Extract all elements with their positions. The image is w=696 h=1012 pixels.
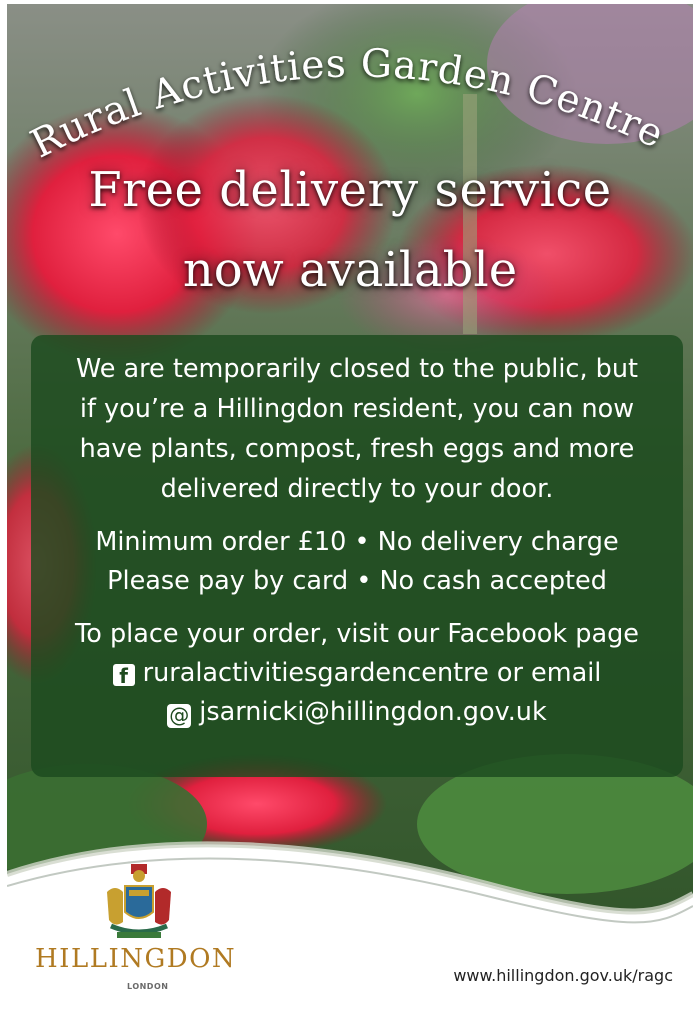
- hillingdon-logo-subtitle: LONDON: [127, 982, 169, 991]
- info-panel: We are temporarily closed to the public,…: [31, 335, 683, 777]
- intro-paragraph: We are temporarily closed to the public,…: [31, 349, 683, 509]
- at-sign-icon: @: [167, 703, 192, 728]
- coat-of-arms-icon: [97, 862, 181, 946]
- headline-line-2: now available: [182, 242, 518, 298]
- facebook-icon: f: [112, 664, 135, 688]
- headline-line-1: Free delivery service: [88, 162, 612, 218]
- website-url[interactable]: www.hillingdon.gov.uk/ragc: [453, 966, 673, 985]
- email-line: @ jsarnicki@hillingdon.gov.uk: [31, 693, 683, 732]
- poster: Rural Activities Garden Centre Free deli…: [7, 4, 693, 1004]
- hillingdon-logo-text: HILLINGDON: [35, 944, 237, 974]
- facebook-line: f ruralactivitiesgardencentre or email: [31, 654, 683, 693]
- intro-line: delivered directly to your door.: [160, 474, 554, 504]
- title-text: Rural Activities Garden Centre: [24, 41, 670, 167]
- intro-line: have plants, compost, fresh eggs and mor…: [79, 434, 635, 464]
- order-line-payment: Please pay by card • No cash accepted: [107, 566, 607, 596]
- svg-text:Rural Activities Garden Centre: Rural Activities Garden Centre: [24, 41, 671, 167]
- email-link[interactable]: jsarnicki@hillingdon.gov.uk: [199, 697, 547, 727]
- contact-instruction: To place your order, visit our Facebook …: [75, 619, 639, 649]
- intro-line: if you’re a Hillingdon resident, you can…: [79, 394, 635, 424]
- order-terms: Minimum order £10 • No delivery charge P…: [31, 523, 683, 601]
- order-line-minimum: Minimum order £10 • No delivery charge: [95, 527, 619, 557]
- facebook-page-link[interactable]: ruralactivitiesgardencentre or email: [143, 658, 602, 688]
- contact-info: To place your order, visit our Facebook …: [31, 615, 683, 732]
- intro-line: We are temporarily closed to the public,…: [75, 354, 639, 384]
